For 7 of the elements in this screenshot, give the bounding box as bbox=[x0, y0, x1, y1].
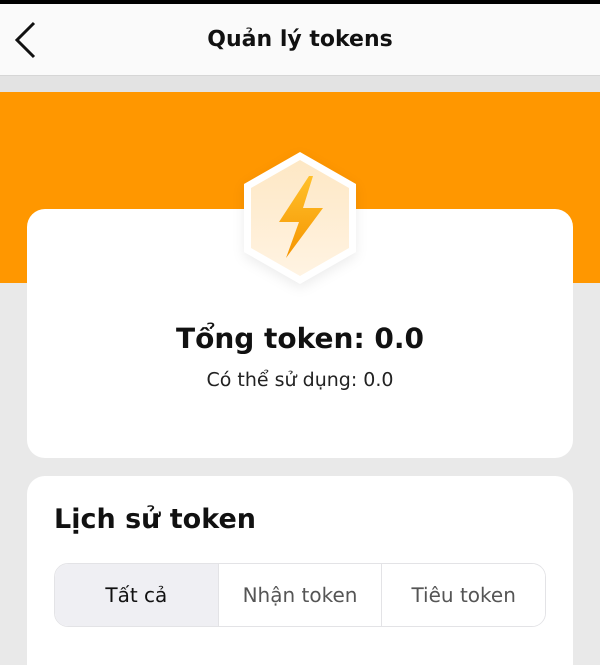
page-title: Quản lý tokens bbox=[207, 27, 393, 52]
back-icon[interactable] bbox=[14, 21, 36, 59]
available-tokens: Có thể sử dụng: 0.0 bbox=[206, 369, 394, 391]
filter-tab[interactable]: Tất cả bbox=[55, 564, 218, 626]
section-title: Lịch sử token bbox=[54, 504, 257, 535]
total-tokens: Tổng token: 0.0 bbox=[176, 322, 424, 355]
filter-tab[interactable]: Tiêu token bbox=[381, 564, 545, 626]
